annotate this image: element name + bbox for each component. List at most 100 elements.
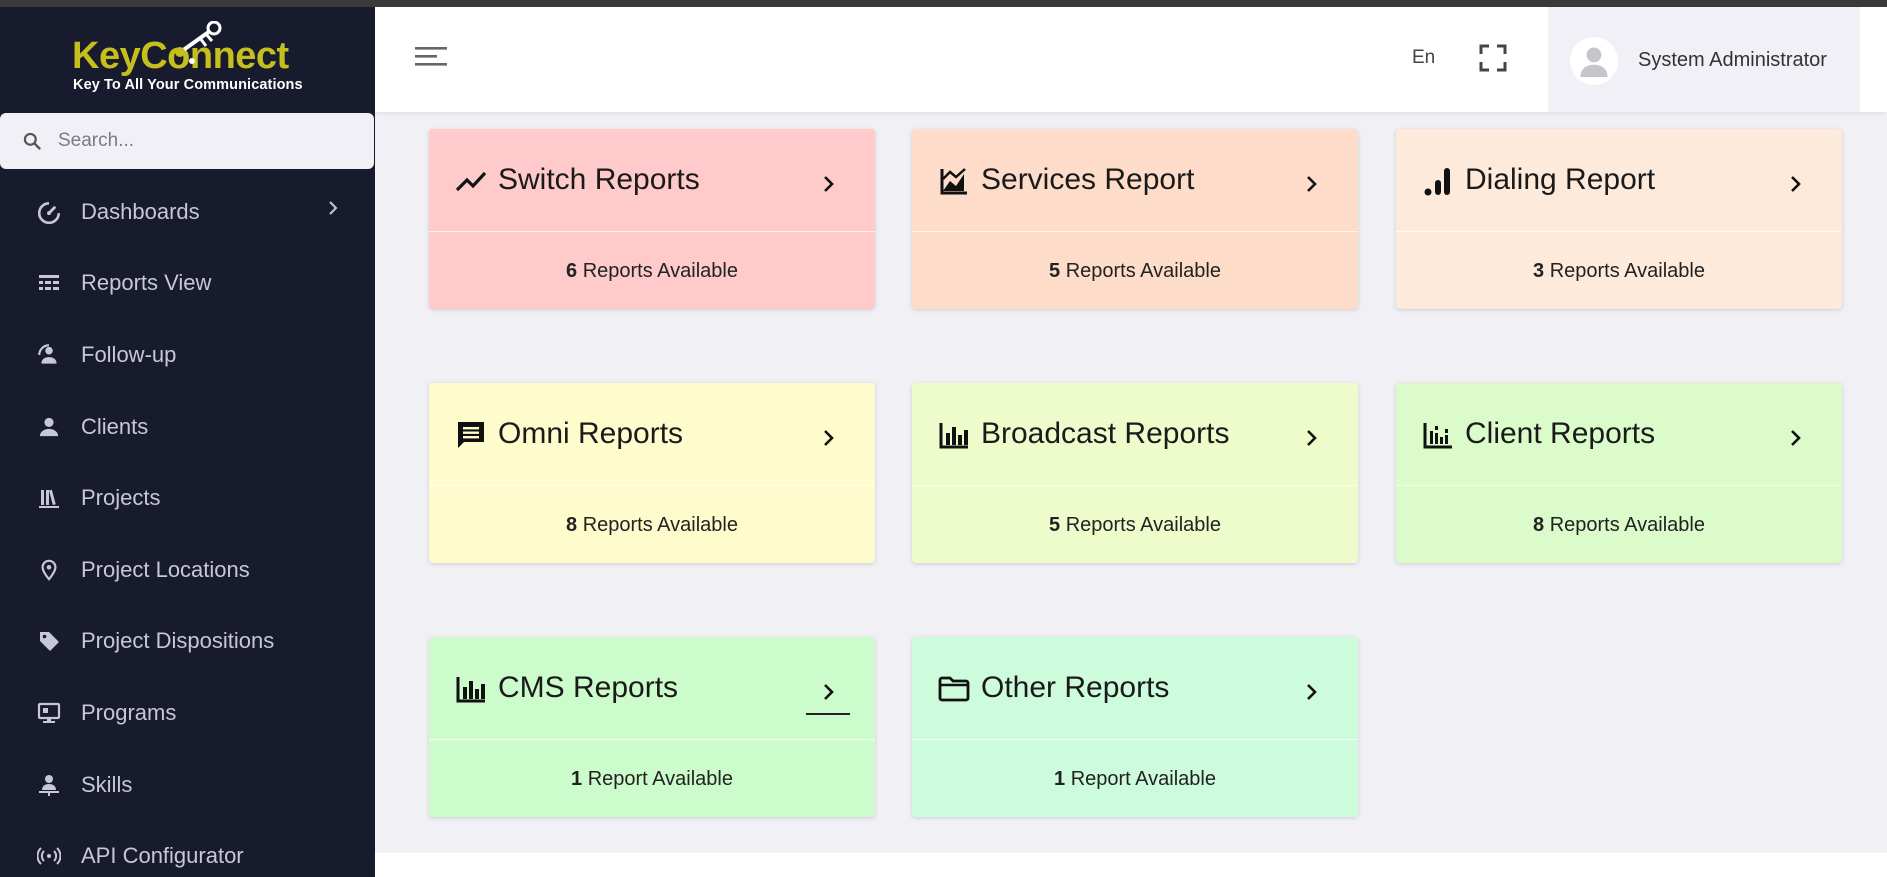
report-count: 6 — [566, 260, 578, 282]
card-header: Switch Reports — [429, 129, 875, 232]
report-count-label: Reports Available — [1060, 514, 1221, 536]
report-count-label: Reports Available — [577, 260, 738, 282]
card-header: Other Reports — [912, 637, 1358, 740]
chevron-right-icon[interactable] — [822, 428, 836, 448]
user-menu[interactable]: System Administrator — [1548, 7, 1860, 112]
report-count: 8 — [1533, 514, 1545, 536]
location-pin-icon — [36, 557, 62, 583]
report-card-dialing[interactable]: Dialing Report 3 Reports Available — [1396, 129, 1842, 309]
search-input[interactable] — [58, 125, 358, 157]
sidebar-item-dashboards[interactable]: Dashboards — [0, 176, 375, 248]
monitor-icon — [36, 700, 62, 726]
report-count-label: Reports Available — [577, 514, 738, 536]
chevron-right-icon[interactable] — [1789, 174, 1803, 194]
search-box[interactable] — [0, 113, 374, 169]
user-avatar-icon — [1580, 47, 1608, 77]
report-card-other[interactable]: Other Reports 1 Report Available — [912, 637, 1358, 817]
chevron-right-icon[interactable] — [822, 174, 836, 194]
card-footer: 6 Reports Available — [429, 233, 875, 309]
report-count-label: Reports Available — [1544, 260, 1705, 282]
report-count: 3 — [1533, 260, 1545, 282]
sidebar-item-label: Reports View — [81, 270, 212, 296]
card-footer: 8 Reports Available — [1396, 487, 1842, 563]
sidebar-item-label: Clients — [81, 413, 149, 439]
card-header: CMS Reports — [429, 637, 875, 740]
card-title: Switch Reports — [498, 163, 700, 196]
skills-icon — [36, 772, 62, 798]
sidebar-nav: Dashboards Reports View Follow-up Client… — [0, 176, 375, 877]
bar-chart-icon — [455, 673, 487, 705]
signal-bars-icon — [1422, 165, 1454, 197]
card-title: Services Report — [981, 163, 1195, 196]
report-card-switch[interactable]: Switch Reports 6 Reports Available — [429, 129, 875, 309]
report-card-cms[interactable]: CMS Reports 1 Report Available — [429, 637, 875, 817]
chevron-right-icon[interactable] — [1305, 174, 1319, 194]
sidebar-item-projects[interactable]: Projects — [0, 462, 375, 534]
bar-chart-icon — [938, 419, 970, 451]
sidebar-item-label: Skills — [81, 771, 133, 797]
chevron-right-icon[interactable] — [1305, 428, 1319, 448]
table-icon — [36, 270, 62, 296]
sidebar-item-api-configurator[interactable]: API Configurator — [0, 820, 375, 877]
window-top-strip — [0, 0, 1887, 7]
trending-up-icon — [455, 165, 487, 197]
card-footer: 5 Reports Available — [912, 487, 1358, 563]
search-icon — [23, 132, 41, 150]
sidebar-item-label: Follow-up — [81, 341, 177, 367]
report-card-broadcast[interactable]: Broadcast Reports 5 Reports Available — [912, 383, 1358, 563]
sidebar-item-project-locations[interactable]: Project Locations — [0, 534, 375, 606]
folder-icon — [938, 673, 970, 705]
tag-icon — [36, 628, 62, 654]
card-title: Other Reports — [981, 671, 1170, 704]
language-selector[interactable]: En — [1412, 47, 1435, 69]
sidebar: KeyConnect Key To All Your Communication… — [0, 7, 375, 877]
sidebar-item-label: Programs — [81, 699, 177, 725]
sidebar-item-label: Project Dispositions — [81, 628, 275, 654]
sidebar-item-label: API Configurator — [81, 843, 244, 869]
card-title: Broadcast Reports — [981, 417, 1230, 450]
sidebar-item-label: Projects — [81, 485, 161, 511]
footer-bar — [375, 853, 1887, 877]
report-count: 1 — [571, 768, 583, 790]
logo[interactable]: KeyConnect Key To All Your Communication… — [0, 7, 375, 112]
report-count-label: Reports Available — [1544, 514, 1705, 536]
card-title: Dialing Report — [1465, 163, 1656, 196]
report-card-services[interactable]: Services Report 5 Reports Available — [912, 129, 1358, 309]
sidebar-item-skills[interactable]: Skills — [0, 749, 375, 821]
card-footer: 1 Report Available — [429, 741, 875, 817]
sidebar-item-follow-up[interactable]: Follow-up — [0, 319, 375, 391]
key-icon — [175, 21, 222, 64]
report-card-client[interactable]: Client Reports 8 Reports Available — [1396, 383, 1842, 563]
card-title: Omni Reports — [498, 417, 684, 450]
logo-subtitle: Key To All Your Communications — [73, 77, 303, 93]
card-footer: 8 Reports Available — [429, 487, 875, 563]
sidebar-item-reports-view[interactable]: Reports View — [0, 248, 375, 320]
antenna-icon — [36, 843, 62, 869]
follow-up-icon — [36, 342, 62, 368]
area-chart-icon — [938, 165, 970, 197]
card-title: Client Reports — [1465, 417, 1656, 450]
fullscreen-icon[interactable] — [1479, 44, 1507, 72]
gauge-icon — [36, 199, 62, 225]
chevron-right-icon[interactable] — [1305, 682, 1319, 702]
avatar — [1570, 37, 1618, 85]
menu-toggle-icon[interactable] — [415, 45, 447, 69]
card-header: Dialing Report — [1396, 129, 1842, 232]
chevron-right-icon[interactable] — [822, 682, 836, 702]
arrow-underline — [806, 713, 850, 715]
sidebar-item-label: Dashboards — [81, 198, 200, 224]
bar-chart-outline-icon — [1422, 419, 1454, 451]
card-footer: 5 Reports Available — [912, 233, 1358, 309]
card-header: Broadcast Reports — [912, 383, 1358, 486]
report-card-omni[interactable]: Omni Reports 8 Reports Available — [429, 383, 875, 563]
sidebar-item-project-dispositions[interactable]: Project Dispositions — [0, 606, 375, 678]
sidebar-item-programs[interactable]: Programs — [0, 677, 375, 749]
sidebar-item-clients[interactable]: Clients — [0, 391, 375, 463]
top-header: En System Administrator — [375, 7, 1887, 112]
report-count: 5 — [1049, 514, 1061, 536]
chevron-right-icon[interactable] — [1789, 428, 1803, 448]
report-count-label: Report Available — [1065, 768, 1216, 790]
report-count-label: Reports Available — [1060, 260, 1221, 282]
message-icon — [455, 419, 487, 451]
card-header: Omni Reports — [429, 383, 875, 486]
